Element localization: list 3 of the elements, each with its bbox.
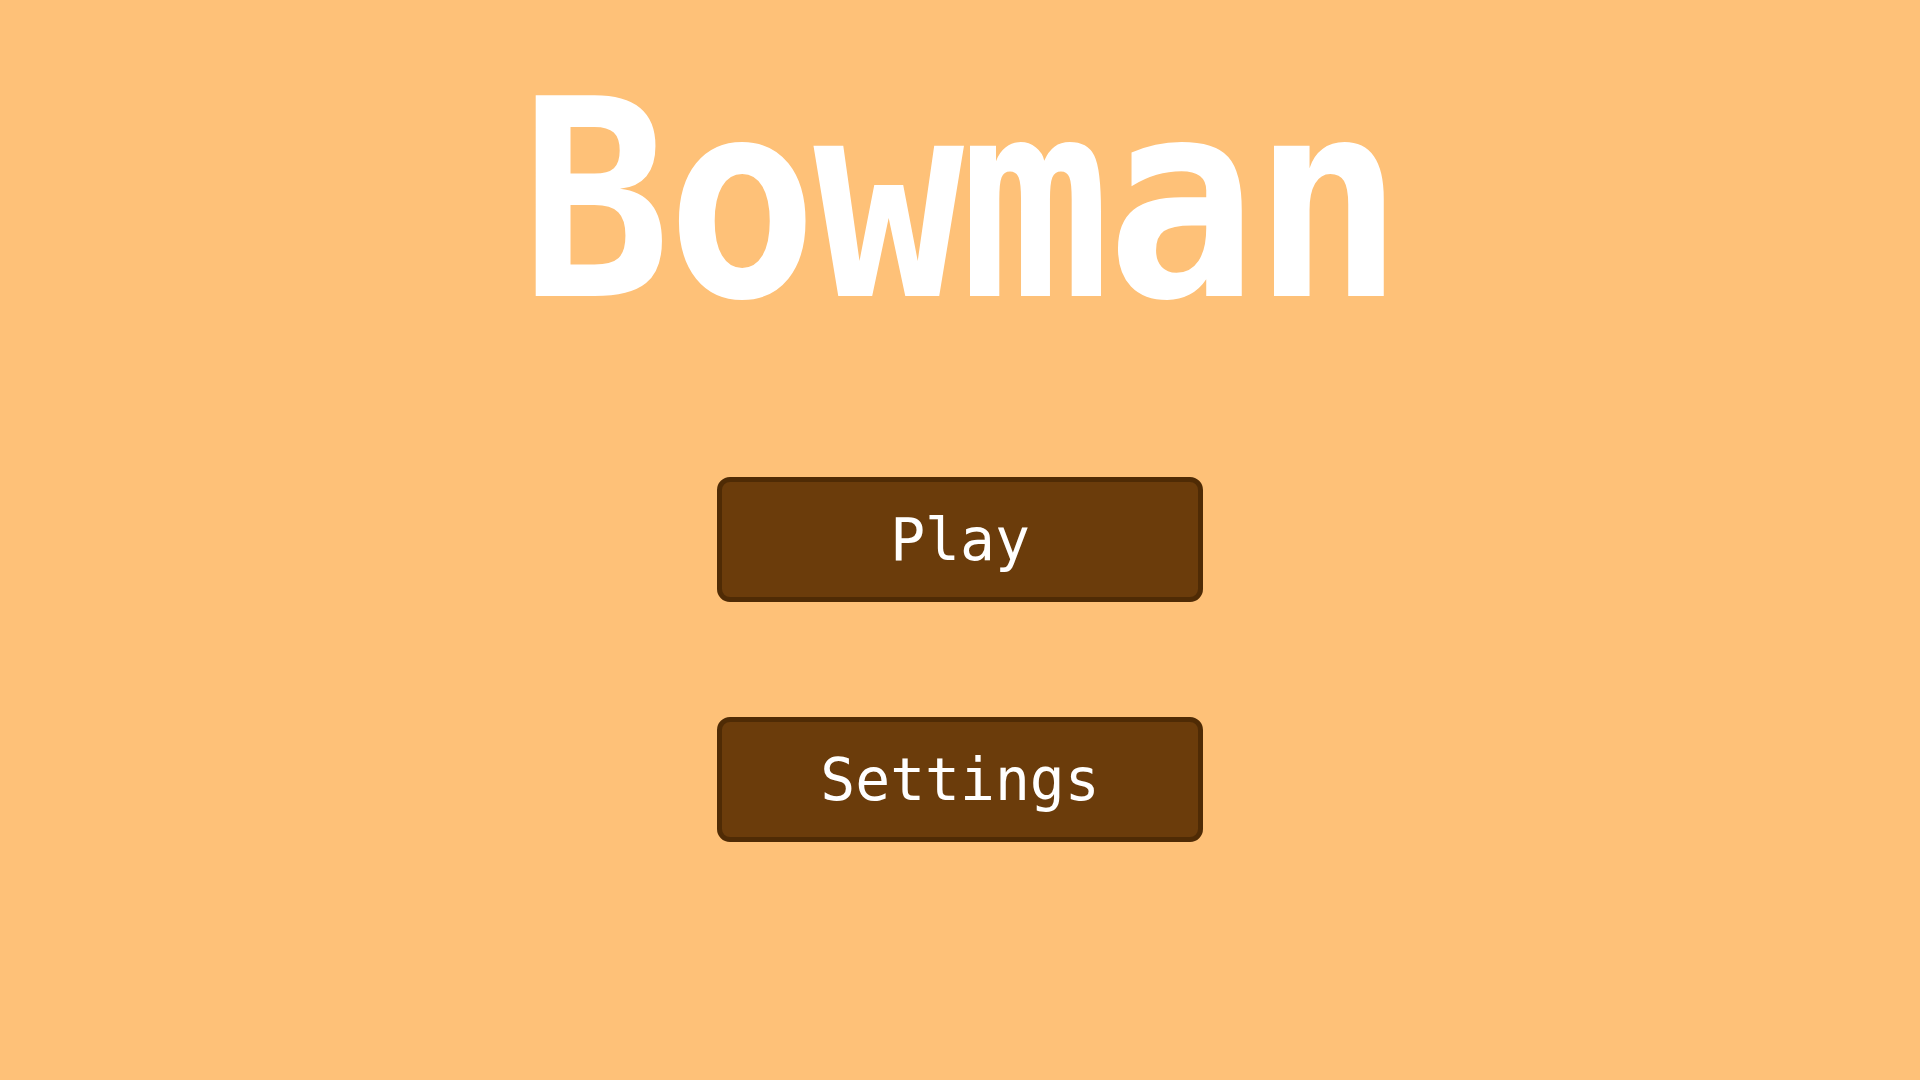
menu-button[interactable]: Play	[717, 477, 1203, 602]
menu-button[interactable]: Settings	[717, 717, 1203, 842]
game-title: Bowman	[520, 64, 1400, 339]
